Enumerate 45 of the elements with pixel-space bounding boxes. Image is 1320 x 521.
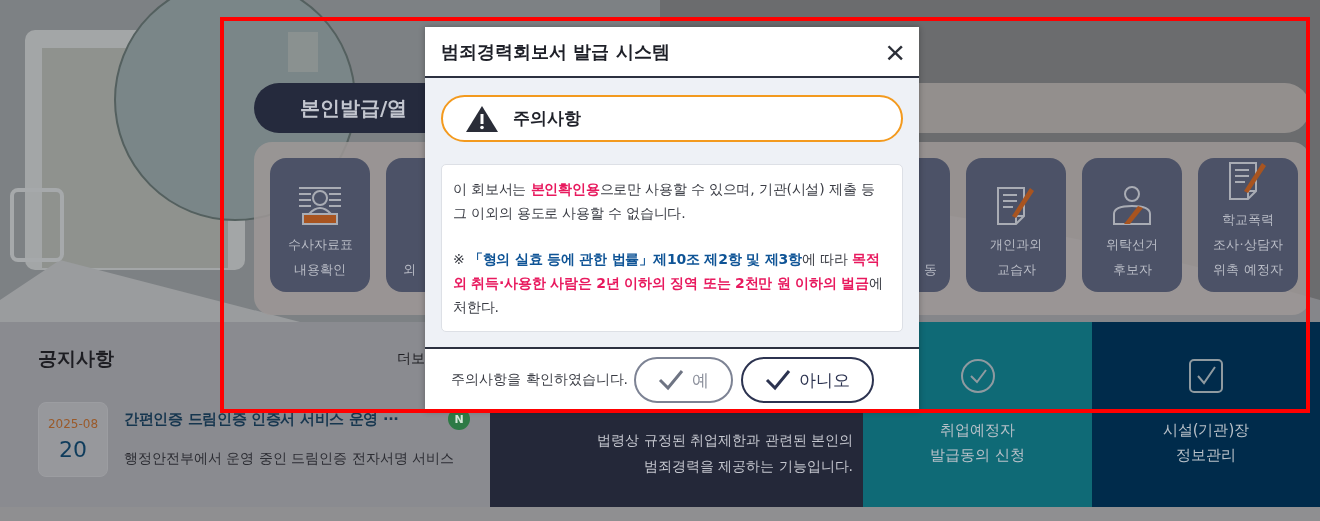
notice-summary: 행정안전부에서 운영 중인 드림인증 전자서명 서비스 (124, 450, 456, 468)
person-icon (1112, 184, 1152, 228)
warning-icon (465, 104, 499, 133)
link-label: 시설(기관)장 (1162, 420, 1250, 441)
service-tile[interactable]: 개인과외 교습자 (966, 158, 1066, 292)
info-text: 범죄경력을 제공하는 기능입니다. (643, 457, 853, 476)
tile-label: 조사·상담자 (1213, 236, 1283, 253)
tile-label: 위촉 예정자 (1213, 261, 1283, 278)
section-title: 공지사항 (38, 346, 114, 371)
warning-title: 주의사항 (513, 107, 581, 130)
tile-label: 외 (403, 261, 416, 278)
service-tile[interactable]: 수사자료표 내용확인 (270, 158, 370, 292)
link-label: 정보관리 (1175, 445, 1237, 466)
check-icon (765, 369, 791, 391)
confirm-text: 주의사항을 확인하였습니다. (451, 371, 628, 389)
checkbox-icon (1188, 358, 1224, 394)
close-button[interactable]: × (885, 36, 905, 67)
id-card-icon (297, 184, 343, 228)
tile-label: 위탁선거 (1106, 236, 1158, 253)
notice-text: 이 회보서는 본인확인용으로만 사용할 수 있으며, 기관(시설) 제출 등 그 이외의 용도로 사용할 수 없습니다. (453, 180, 876, 223)
quick-link[interactable]: 시설(기관)장 정보관리 (1092, 322, 1320, 507)
tile-label: 개인과외 (990, 236, 1042, 253)
document-pen-icon (1228, 159, 1268, 203)
answer-button[interactable]: 예 (634, 357, 733, 403)
tile-label: 후보자 (1112, 261, 1152, 278)
date-day: 20 (59, 437, 87, 462)
dialog-title: 범죄경력회보서 발급 시스템 (441, 39, 670, 64)
tile-label: 수사자료표 (287, 236, 353, 253)
info-text: 법령상 규정된 취업제한과 관련된 본인의 (597, 431, 853, 450)
check-circle-icon (959, 358, 996, 394)
notice-text: ※ 「형의 실효 등에 관한 법률」제10조 제2항 및 제3항에 따라 목적 외 취득·사용한 사람은 2년 이하의 징역 또는 2천만 원 이하의 벌금에 처한다. (453, 250, 884, 317)
more-link[interactable]: 더보 (397, 350, 425, 368)
tile-label: 동 (924, 261, 937, 278)
tile-label: 교습자 (996, 261, 1036, 278)
tile-label: 내용확인 (294, 261, 346, 278)
link-label: 발급동의 신청 (930, 445, 1025, 466)
check-icon (658, 369, 684, 391)
link-label: 취업예정자 (939, 420, 1016, 441)
service-tile[interactable]: 학교폭력 조사·상담자 위촉 예정자 (1198, 158, 1298, 292)
service-tile[interactable]: 위탁선거 후보자 (1082, 158, 1182, 292)
tile-label: 학교폭력 (1222, 211, 1274, 228)
document-pen-icon (996, 184, 1036, 228)
answer-button[interactable]: 아니오 (741, 357, 874, 403)
date-month: 2025-08 (47, 417, 99, 431)
notice-link[interactable]: 간편인증 드림인증 인증서 서비스 운영 ··· (124, 409, 399, 429)
